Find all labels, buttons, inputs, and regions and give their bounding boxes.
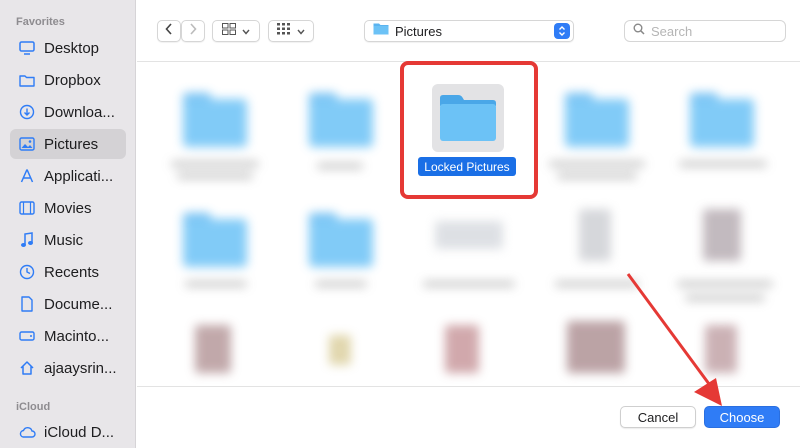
updown-chevron-icon: [554, 23, 570, 39]
sidebar-item-pictures[interactable]: Pictures: [10, 129, 126, 159]
group-by-button[interactable]: [268, 20, 314, 42]
icloud-heading: iCloud: [16, 401, 51, 413]
sidebar-item-label: Movies: [44, 199, 92, 217]
search-icon: [633, 22, 645, 40]
cloud-icon: [18, 423, 36, 441]
forward-button[interactable]: [181, 20, 205, 42]
icon-grid-icon: [222, 22, 236, 40]
chevron-down-icon: [297, 22, 305, 40]
sidebar: Favorites Desktop Dropbox Downloa... Pic…: [0, 0, 136, 448]
search-input[interactable]: [651, 23, 771, 39]
sidebar-item-home[interactable]: ajaaysrin...: [10, 353, 126, 383]
sidebar-item-label: Applicati...: [44, 167, 114, 185]
desktop-icon: [18, 39, 36, 57]
folder-icon: [18, 71, 36, 89]
sidebar-item-label: Desktop: [44, 39, 100, 57]
sidebar-item-music[interactable]: Music: [10, 225, 126, 255]
music-note-icon: [18, 231, 36, 249]
sidebar-item-movies[interactable]: Movies: [10, 193, 126, 223]
sidebar-item-label: Dropbox: [44, 71, 101, 89]
chevron-down-icon: [242, 22, 250, 40]
sidebar-item-applications[interactable]: Applicati...: [10, 161, 126, 191]
sidebar-item-label: iCloud D...: [44, 423, 115, 441]
cancel-button[interactable]: Cancel: [620, 406, 696, 428]
sidebar-item-label: Recents: [44, 263, 100, 281]
sidebar-item-label: ajaaysrin...: [44, 359, 117, 377]
sidebar-item-dropbox[interactable]: Dropbox: [10, 65, 126, 95]
favorites-heading: Favorites: [16, 16, 65, 28]
download-icon: [18, 103, 36, 121]
gallery-grid-icon: [277, 22, 291, 40]
sidebar-item-desktop[interactable]: Desktop: [10, 33, 126, 63]
clock-icon: [18, 263, 36, 281]
home-icon: [18, 359, 36, 377]
sidebar-item-label: Macinto...: [44, 327, 110, 345]
back-button[interactable]: [157, 20, 181, 42]
location-label: Pictures: [395, 23, 442, 39]
folder-icon: [373, 22, 389, 40]
view-mode-button[interactable]: [212, 20, 260, 42]
sidebar-item-documents[interactable]: Docume...: [10, 289, 126, 319]
chevron-left-icon: [165, 22, 173, 40]
sidebar-item-label: Downloa...: [44, 103, 115, 121]
photo-icon: [18, 135, 36, 153]
sidebar-item-downloads[interactable]: Downloa...: [10, 97, 126, 127]
hard-drive-icon: [18, 327, 36, 345]
location-popup[interactable]: Pictures: [364, 20, 574, 42]
film-icon: [18, 199, 36, 217]
document-icon: [18, 295, 36, 313]
chevron-right-icon: [189, 22, 197, 40]
sidebar-item-label: Pictures: [44, 135, 99, 153]
sidebar-item-recents[interactable]: Recents: [10, 257, 126, 287]
annotation-highlight-box: [400, 61, 538, 199]
sidebar-item-label: Music: [44, 231, 84, 249]
choose-button[interactable]: Choose: [704, 406, 780, 428]
applications-icon: [18, 167, 36, 185]
search-field[interactable]: [624, 20, 786, 42]
sidebar-item-icloud-drive[interactable]: iCloud D...: [10, 417, 126, 447]
dialog-footer: [137, 386, 800, 448]
sidebar-item-macintosh-hd[interactable]: Macinto...: [10, 321, 126, 351]
sidebar-item-label: Docume...: [44, 295, 113, 313]
